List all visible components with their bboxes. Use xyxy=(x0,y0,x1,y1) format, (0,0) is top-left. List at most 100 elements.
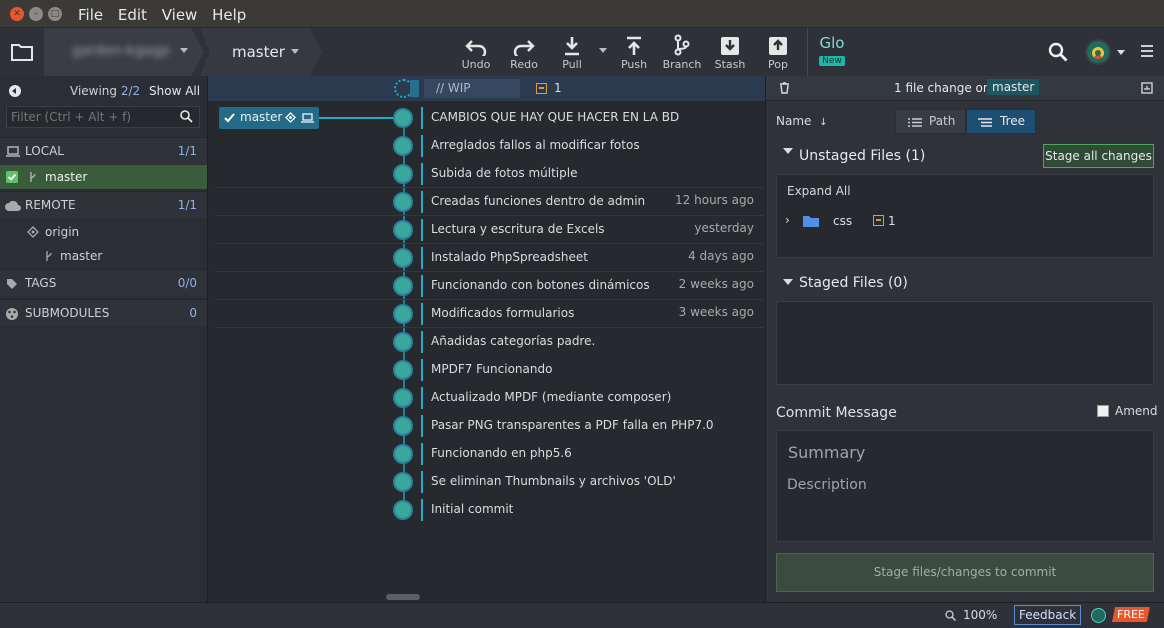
wip-row[interactable]: // WIP 1 xyxy=(208,76,765,101)
menu-file[interactable]: File xyxy=(78,6,103,24)
local-section-header[interactable]: LOCAL 1/1 xyxy=(0,137,207,164)
list-icon xyxy=(908,118,922,127)
path-view-toggle[interactable]: Path xyxy=(895,109,966,134)
stage-all-button[interactable]: Stage all changes xyxy=(1043,144,1154,168)
expand-all-link[interactable]: Expand All xyxy=(787,184,851,198)
commit-author-avatar xyxy=(393,220,413,240)
tags-label: TAGS xyxy=(25,276,57,290)
commit-branch-marker xyxy=(421,303,423,325)
commit-branch-marker xyxy=(421,415,423,437)
push-button[interactable]: Push xyxy=(613,28,655,76)
trash-icon[interactable] xyxy=(779,82,790,94)
collapse-panel-icon[interactable] xyxy=(9,85,21,97)
commit-row[interactable]: Arreglados fallos al modificar fotos xyxy=(208,132,765,160)
menu-view[interactable]: View xyxy=(162,6,198,24)
pop-icon xyxy=(769,37,787,55)
remote-branch-master[interactable]: master xyxy=(0,244,207,268)
commit-row[interactable]: Creadas funciones dentro de admin 12 hour… xyxy=(208,188,765,216)
commit-time: 2 weeks ago xyxy=(678,277,754,291)
commit-row[interactable]: MPDF7 Funcionando xyxy=(208,356,765,384)
sort-label: Name xyxy=(776,114,812,128)
chevron-down-icon[interactable] xyxy=(1117,50,1125,55)
commit-branch-marker xyxy=(421,471,423,493)
commit-row[interactable]: Actualizado MPDF (mediante composer) xyxy=(208,384,765,412)
tags-section-header[interactable]: TAGS 0/0 xyxy=(0,269,207,296)
branch-selector[interactable]: master xyxy=(200,28,322,76)
remote-section-header[interactable]: REMOTE 1/1 xyxy=(0,191,207,218)
amend-label: Amend xyxy=(1115,404,1158,418)
show-all-link[interactable]: Show All xyxy=(149,84,200,98)
remote-origin[interactable]: origin xyxy=(0,220,207,244)
staged-files-label: Staged Files (0) xyxy=(799,275,908,291)
commit-message: MPDF7 Funcionando xyxy=(431,362,553,376)
file-change-summary: 1 file change on xyxy=(894,81,991,95)
modified-file-icon xyxy=(536,83,547,94)
unstaged-files-label: Unstaged Files (1) xyxy=(799,148,926,164)
stash-button[interactable]: Stash xyxy=(709,28,751,76)
commit-row[interactable]: Pasar PNG transparentes a PDF falla en P… xyxy=(208,412,765,440)
viewing-count: 2/2 xyxy=(120,84,141,98)
commit-message-box: Summary Description xyxy=(776,430,1154,542)
folder-name: css xyxy=(833,214,853,228)
undo-button[interactable]: Undo xyxy=(455,28,497,76)
description-input[interactable]: Description xyxy=(777,471,1153,541)
redo-button[interactable]: Redo xyxy=(503,28,545,76)
repo-selector[interactable]: garden-kgagp xyxy=(44,28,204,76)
submodules-count: 0 xyxy=(189,306,197,320)
commit-row[interactable]: Funcionando en php5.6 xyxy=(208,440,765,468)
menu-edit[interactable]: Edit xyxy=(118,6,147,24)
horizontal-scrollbar[interactable] xyxy=(386,594,420,600)
staged-caret-icon[interactable] xyxy=(783,279,793,285)
commit-branch-marker xyxy=(421,499,423,521)
commit-message: Subida de fotos múltiple xyxy=(431,166,578,180)
folder-row-css[interactable]: › css 1 xyxy=(777,209,1153,233)
branch-button[interactable]: Branch xyxy=(661,28,703,76)
origin-label: origin xyxy=(45,225,80,239)
commit-row[interactable]: Se eliminan Thumbnails y archivos 'OLD' xyxy=(208,468,765,496)
maximize-window-icon[interactable]: □ xyxy=(48,7,62,21)
pop-button[interactable]: Pop xyxy=(757,28,799,76)
submodules-section-header[interactable]: SUBMODULES 0 xyxy=(0,299,207,326)
commit-branch-marker xyxy=(421,443,423,465)
wip-summary-input[interactable]: // WIP xyxy=(424,79,520,98)
commit-row[interactable]: Lectura y escritura de Excels yesterday xyxy=(208,216,765,244)
free-badge[interactable]: FREE xyxy=(1112,607,1150,622)
open-repo-button[interactable] xyxy=(0,28,44,76)
feedback-button[interactable]: Feedback xyxy=(1014,605,1082,625)
commit-row[interactable]: Instalado PhpSpreadsheet 4 days ago xyxy=(208,244,765,272)
menu-help[interactable]: Help xyxy=(212,6,246,24)
cloud-icon xyxy=(5,201,21,211)
commit-row[interactable]: Modificados formularios 3 weeks ago xyxy=(208,300,765,328)
unstaged-caret-icon[interactable] xyxy=(783,148,793,154)
commit-row[interactable]: Initial commit xyxy=(208,496,765,524)
local-branch-master[interactable]: master xyxy=(0,165,207,189)
close-window-icon[interactable]: ✕ xyxy=(10,7,24,21)
zoom-level[interactable]: 100% xyxy=(963,608,997,622)
commit-button[interactable]: Stage files/changes to commit xyxy=(776,553,1154,592)
commit-message: Creadas funciones dentro de admin xyxy=(431,194,646,208)
local-count: 1/1 xyxy=(177,144,197,158)
commit-row[interactable]: Funcionando con botones dinámicos 2 weeks… xyxy=(208,272,765,300)
commit-message: Actualizado MPDF (mediante composer) xyxy=(431,390,672,404)
sort-by-name[interactable]: Name ↓ xyxy=(776,114,828,128)
zoom-icon xyxy=(945,610,956,621)
summary-input[interactable]: Summary xyxy=(777,431,1153,471)
avatar[interactable] xyxy=(1085,39,1111,65)
commit-row[interactable]: Subida de fotos múltiple xyxy=(208,160,765,188)
commit-message-label: Commit Message xyxy=(776,405,897,421)
filter-input[interactable] xyxy=(7,107,177,127)
glo-button[interactable]: Glo New xyxy=(813,34,851,70)
commit-branch-marker xyxy=(421,107,423,129)
branch-icon xyxy=(30,172,36,182)
tree-view-toggle[interactable]: Tree xyxy=(966,109,1036,134)
minimize-window-icon[interactable]: – xyxy=(29,7,43,21)
commit-row[interactable]: Añadidas categorías padre. xyxy=(208,328,765,356)
search-button[interactable] xyxy=(1048,42,1068,62)
hamburger-menu-icon[interactable] xyxy=(1141,45,1153,57)
pull-button[interactable]: Pull xyxy=(551,28,593,76)
pull-options-chevron-icon[interactable] xyxy=(599,48,607,53)
commit-row[interactable]: CAMBIOS QUE HAY QUE HACER EN LA BD xyxy=(208,104,765,132)
amend-checkbox[interactable] xyxy=(1097,405,1109,417)
folder-icon xyxy=(11,44,33,61)
open-external-icon[interactable] xyxy=(1141,82,1153,94)
